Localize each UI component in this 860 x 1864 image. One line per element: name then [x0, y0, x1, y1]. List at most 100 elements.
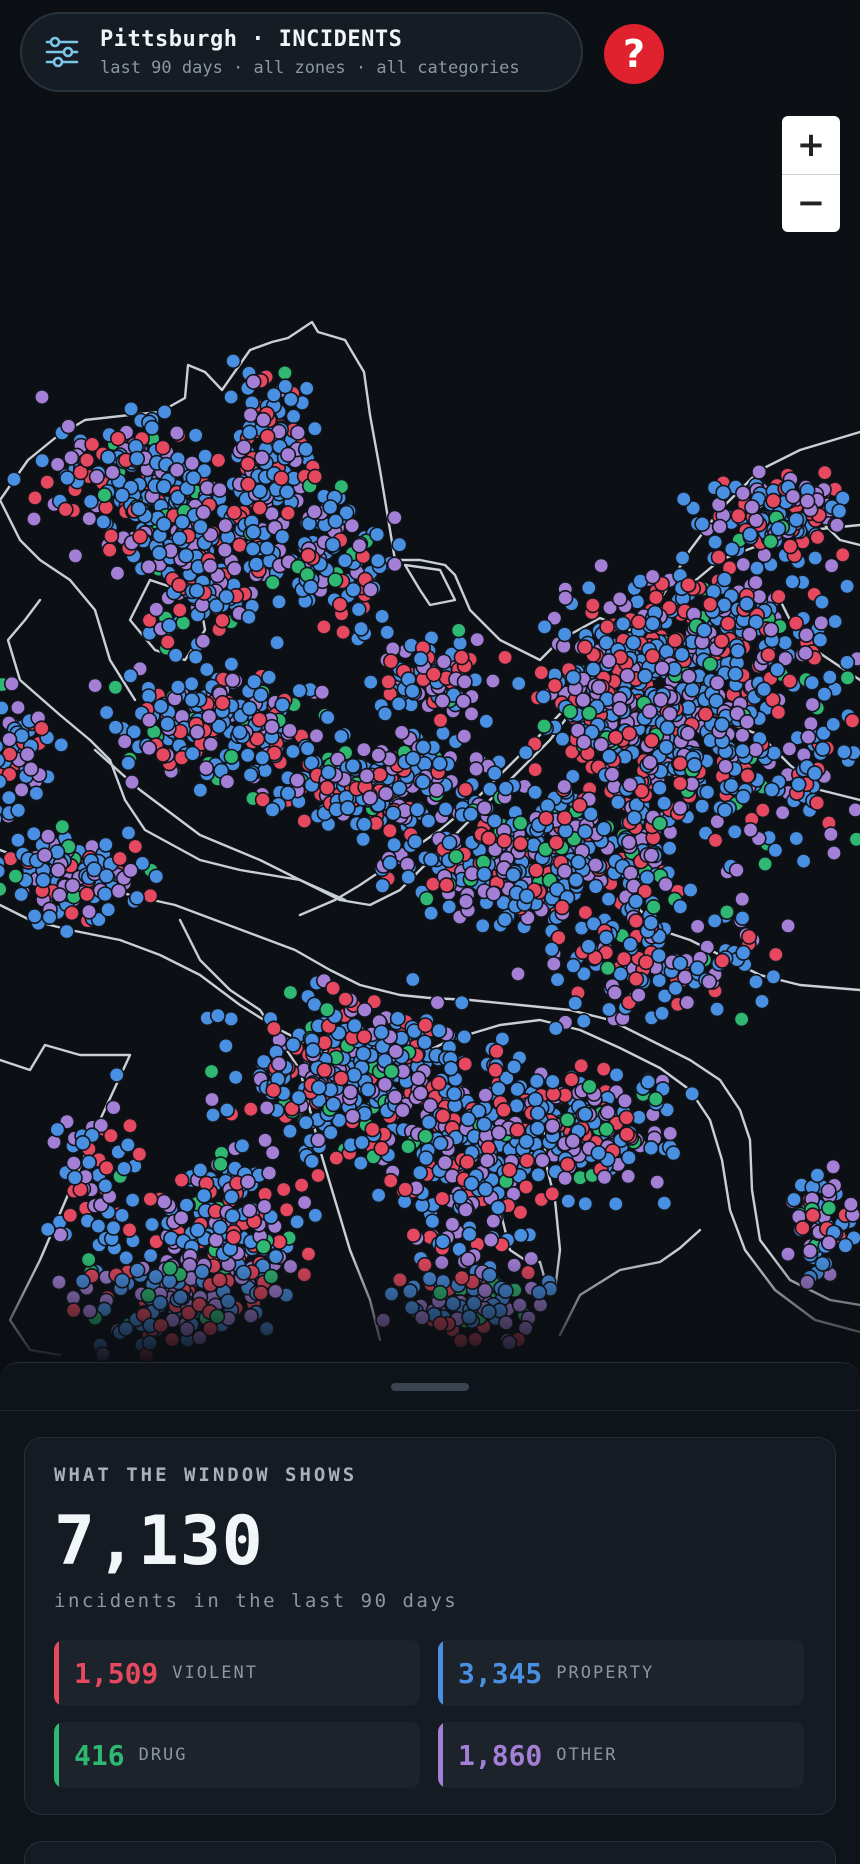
- incident-point[interactable]: [674, 549, 691, 566]
- incident-point[interactable]: [118, 1249, 135, 1266]
- incident-point[interactable]: [105, 1099, 122, 1116]
- incident-point[interactable]: [457, 1056, 474, 1073]
- incident-point[interactable]: [223, 656, 240, 673]
- incident-point[interactable]: [600, 891, 617, 908]
- incident-point[interactable]: [575, 692, 592, 709]
- incident-point[interactable]: [718, 903, 735, 920]
- incident-point[interactable]: [173, 1209, 190, 1226]
- incident-point[interactable]: [129, 1262, 146, 1279]
- incident-point[interactable]: [689, 960, 706, 977]
- incident-point[interactable]: [753, 993, 770, 1010]
- incident-point[interactable]: [694, 515, 711, 532]
- incident-point[interactable]: [788, 830, 805, 847]
- incident-point[interactable]: [556, 809, 573, 826]
- incident-point[interactable]: [407, 833, 424, 850]
- incident-point[interactable]: [187, 427, 204, 444]
- incident-point[interactable]: [707, 832, 724, 849]
- incident-point[interactable]: [235, 1264, 252, 1281]
- incident-point[interactable]: [637, 668, 654, 685]
- incident-point[interactable]: [800, 728, 817, 745]
- incident-point[interactable]: [155, 516, 172, 533]
- incident-point[interactable]: [827, 613, 844, 630]
- incident-point[interactable]: [298, 380, 315, 397]
- incident-point[interactable]: [762, 533, 779, 550]
- incident-point[interactable]: [416, 1034, 433, 1051]
- incident-point[interactable]: [380, 673, 397, 690]
- incident-point[interactable]: [488, 1043, 505, 1060]
- incident-point[interactable]: [549, 971, 566, 988]
- incident-point[interactable]: [650, 947, 667, 964]
- incident-point[interactable]: [432, 1135, 449, 1152]
- incident-point[interactable]: [444, 1295, 461, 1312]
- incident-point[interactable]: [50, 862, 67, 879]
- incident-point[interactable]: [220, 1293, 237, 1310]
- incident-point[interactable]: [835, 743, 852, 760]
- incident-point[interactable]: [457, 781, 474, 798]
- incident-point[interactable]: [767, 946, 784, 963]
- incident-point[interactable]: [707, 534, 724, 551]
- incident-point[interactable]: [386, 509, 403, 526]
- incident-point[interactable]: [611, 590, 628, 607]
- incident-point[interactable]: [628, 971, 645, 988]
- incident-point[interactable]: [435, 653, 452, 670]
- incident-point[interactable]: [289, 424, 306, 441]
- incident-point[interactable]: [148, 601, 165, 618]
- incident-point[interactable]: [129, 450, 146, 467]
- incident-point[interactable]: [630, 614, 647, 631]
- incident-point[interactable]: [194, 1263, 211, 1280]
- incident-point[interactable]: [82, 493, 99, 510]
- incident-point[interactable]: [291, 682, 308, 699]
- incident-point[interactable]: [742, 526, 759, 543]
- incident-point[interactable]: [420, 812, 437, 829]
- incident-point[interactable]: [839, 578, 856, 595]
- incident-point[interactable]: [120, 824, 137, 841]
- incident-point[interactable]: [25, 510, 42, 527]
- incident-point[interactable]: [714, 952, 731, 969]
- incident-point[interactable]: [825, 1158, 842, 1175]
- incident-point[interactable]: [10, 832, 26, 849]
- incident-point[interactable]: [478, 713, 495, 730]
- incident-point[interactable]: [735, 556, 752, 573]
- incident-point[interactable]: [834, 546, 851, 563]
- incident-point[interactable]: [257, 1132, 274, 1149]
- incident-point[interactable]: [441, 898, 458, 915]
- incident-point[interactable]: [487, 1062, 504, 1079]
- incident-point[interactable]: [667, 980, 684, 997]
- incident-point[interactable]: [360, 1081, 377, 1098]
- incident-point[interactable]: [210, 452, 227, 469]
- incident-point[interactable]: [459, 1154, 476, 1171]
- incident-point[interactable]: [41, 909, 58, 926]
- incident-point[interactable]: [649, 1174, 666, 1191]
- incident-point[interactable]: [122, 667, 139, 684]
- incident-point[interactable]: [379, 624, 396, 641]
- incident-point[interactable]: [432, 1315, 449, 1332]
- incident-point[interactable]: [109, 565, 126, 582]
- incident-point[interactable]: [87, 677, 104, 694]
- incident-point[interactable]: [816, 686, 833, 703]
- incident-point[interactable]: [120, 755, 137, 772]
- incident-point[interactable]: [241, 1202, 258, 1219]
- incident-point[interactable]: [689, 918, 706, 935]
- incident-point[interactable]: [57, 501, 74, 518]
- incident-point[interactable]: [308, 727, 325, 744]
- incident-point[interactable]: [490, 1080, 507, 1097]
- incident-point[interactable]: [332, 728, 349, 745]
- incident-point[interactable]: [420, 1114, 437, 1131]
- incident-point[interactable]: [614, 615, 631, 632]
- incident-point[interactable]: [747, 741, 764, 758]
- incident-point[interactable]: [218, 588, 235, 605]
- incident-point[interactable]: [460, 1251, 477, 1268]
- incident-point[interactable]: [482, 1232, 499, 1249]
- incident-point[interactable]: [0, 773, 8, 790]
- incident-point[interactable]: [627, 913, 644, 930]
- incident-point[interactable]: [448, 848, 465, 865]
- incident-point[interactable]: [765, 968, 782, 985]
- incident-point[interactable]: [204, 1091, 221, 1108]
- incident-point[interactable]: [814, 1255, 831, 1272]
- incident-point[interactable]: [382, 854, 399, 871]
- incident-point[interactable]: [809, 1167, 826, 1184]
- incident-point[interactable]: [580, 938, 597, 955]
- incident-point[interactable]: [557, 822, 574, 839]
- incident-point[interactable]: [769, 661, 786, 678]
- incident-point[interactable]: [523, 1250, 540, 1267]
